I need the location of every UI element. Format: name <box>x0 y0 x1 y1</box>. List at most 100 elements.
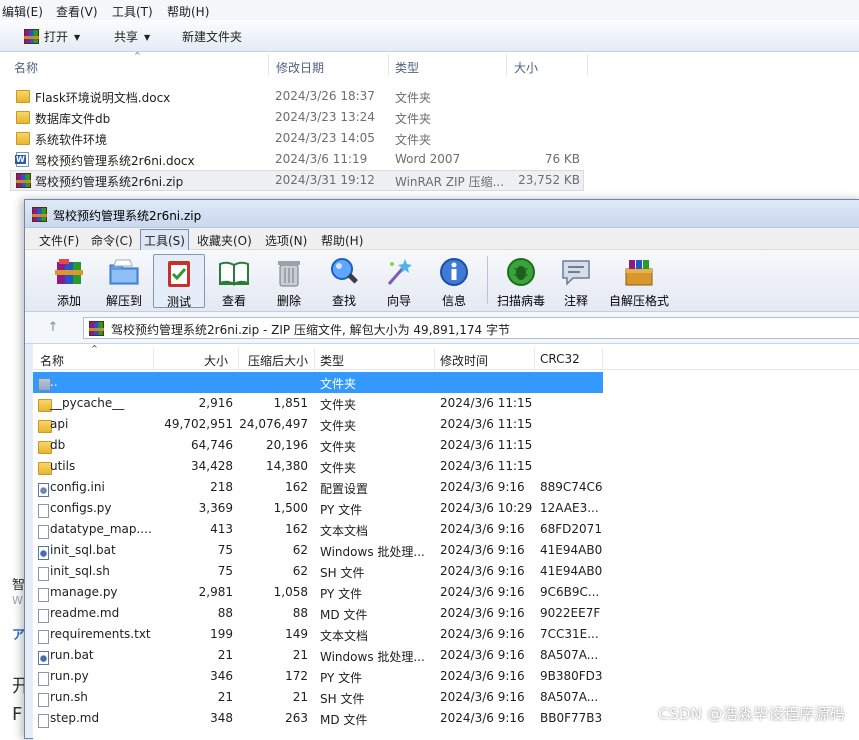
view-button[interactable]: 查看 <box>208 254 260 308</box>
find-button[interactable]: 查找 <box>318 254 370 308</box>
menu-help[interactable]: 帮助(H) <box>167 3 209 20</box>
file-size: 75 <box>217 564 233 578</box>
delete-button[interactable]: 删除 <box>263 254 315 308</box>
menu-view[interactable]: 查看(V) <box>56 3 98 20</box>
menu-edit[interactable]: 编辑(E) <box>2 3 43 20</box>
column-divider[interactable] <box>153 348 154 370</box>
list-item[interactable]: db 64,746 20,196 文件夹 2024/3/6 11:15 <box>33 435 603 456</box>
modified-time: 2024/3/6 9:16 <box>440 690 525 704</box>
column-size[interactable]: 大小 <box>204 352 228 369</box>
column-crc[interactable]: CRC32 <box>540 352 580 366</box>
list-item[interactable]: utils 34,428 14,380 文件夹 2024/3/6 11:15 <box>33 456 603 477</box>
list-item[interactable]: init_sql.bat 75 62 Windows 批处理... 2024/3/6 9… <box>33 540 603 561</box>
menu-favorites[interactable]: 收藏夹(O) <box>197 232 252 249</box>
file-type: MD 文件 <box>320 713 368 727</box>
file-row[interactable]: Flask环境说明文档.docx 2024/3/26 18:37 文件夹 <box>10 86 584 107</box>
column-modified[interactable]: 修改时间 <box>440 352 488 369</box>
file-type: 配置设置 <box>320 482 369 496</box>
share-button[interactable]: 共享 ▼ <box>114 28 150 45</box>
explorer-toolbar: 打开 ▼ 共享 ▼ 新建文件夹 <box>0 20 859 52</box>
file-row[interactable]: 系统软件环境 2024/3/23 14:05 文件夹 <box>10 128 584 149</box>
file-size: 21 <box>217 690 233 704</box>
list-item[interactable]: step.md 348 263 MD 文件 2024/3/6 9:16 BB0F77B3 <box>33 708 603 729</box>
packed-size: 62 <box>292 543 308 557</box>
packed-size: 263 <box>285 711 308 725</box>
packed-size: 1,851 <box>273 396 308 410</box>
settings-file-icon <box>38 483 49 497</box>
up-level-button[interactable]: ↑ <box>33 318 73 340</box>
menu-commands[interactable]: 命令(C) <box>91 232 133 249</box>
modified-time: 2024/3/6 11:15 <box>440 459 533 473</box>
file-name: utils <box>50 459 76 473</box>
file-type: SH 文件 <box>320 566 365 580</box>
file-size: 2,916 <box>198 396 233 410</box>
modified-time: 2024/3/6 11:15 <box>440 417 533 431</box>
list-item[interactable]: run.sh 21 21 SH 文件 2024/3/6 9:16 8A507A... <box>33 687 603 708</box>
column-divider[interactable] <box>506 54 507 76</box>
parent-folder-row[interactable]: .. 文件夹 <box>33 372 603 393</box>
menu-file[interactable]: 文件(F) <box>39 232 79 249</box>
file-row[interactable]: 驾校预约管理系统2r6ni.zip 2024/3/31 19:12 WinRAR… <box>10 170 584 191</box>
test-button[interactable]: 测试 <box>153 254 205 309</box>
column-date[interactable]: 修改日期 <box>276 59 324 76</box>
column-divider[interactable] <box>587 54 588 76</box>
column-size[interactable]: 大小 <box>514 59 538 76</box>
list-item[interactable]: __pycache__ 2,916 1,851 文件夹 2024/3/6 11:15 <box>33 393 603 414</box>
crc32: 9022EE7F <box>540 606 601 620</box>
wizard-button[interactable]: 向导 <box>373 254 425 308</box>
column-packed[interactable]: 压缩后大小 <box>248 352 308 369</box>
file-icon <box>38 567 49 581</box>
sfx-button[interactable]: 自解压格式 <box>607 254 671 308</box>
column-divider[interactable] <box>434 348 435 370</box>
file-row[interactable]: 数据库文件db 2024/3/23 13:24 文件夹 <box>10 107 584 128</box>
list-item[interactable]: requirements.txt 199 149 文本文档 2024/3/6 9:16 7… <box>33 624 603 645</box>
crc32: 8A507A... <box>540 648 599 662</box>
column-divider[interactable] <box>602 348 603 370</box>
archive-path-field[interactable]: 驾校预约管理系统2r6ni.zip - ZIP 压缩文件, 解包大小为 49,8… <box>83 317 859 339</box>
column-divider[interactable] <box>238 348 239 370</box>
add-button[interactable]: 添加 <box>43 254 95 308</box>
column-type[interactable]: 类型 <box>320 352 344 369</box>
open-button[interactable]: 打开 ▼ <box>24 28 80 45</box>
virus-scan-button[interactable]: 扫描病毒 <box>493 254 549 308</box>
column-type[interactable]: 类型 <box>395 59 419 76</box>
file-size: 218 <box>210 480 233 494</box>
extract-to-button[interactable]: 解压到 <box>98 254 150 308</box>
sort-ascending-icon: ^ <box>91 344 98 353</box>
menu-tools[interactable]: 工具(T) <box>112 3 153 20</box>
packed-size: 24,076,497 <box>239 417 308 431</box>
crc32: 68FD2071 <box>540 522 602 536</box>
list-item[interactable]: datatype_map.... 413 162 文本文档 2024/3/6 9:16 6… <box>33 519 603 540</box>
list-item[interactable]: run.py 346 172 PY 文件 2024/3/6 9:16 9B380FD3 <box>33 666 603 687</box>
list-item[interactable]: config.ini 218 162 配置设置 2024/3/6 9:16 889C74C… <box>33 477 603 498</box>
file-name: step.md <box>50 711 100 725</box>
batch-file-icon <box>38 546 49 560</box>
list-item[interactable]: configs.py 3,369 1,500 PY 文件 2024/3/6 10:29 1… <box>33 498 603 519</box>
new-folder-button[interactable]: 新建文件夹 <box>182 28 242 45</box>
menu-tools[interactable]: 工具(S) <box>140 229 189 252</box>
file-name: run.sh <box>50 690 88 704</box>
file-icon <box>38 693 49 707</box>
list-item[interactable]: init_sql.sh 75 62 SH 文件 2024/3/6 9:16 41E94AB… <box>33 561 603 582</box>
menu-options[interactable]: 选项(N) <box>265 232 307 249</box>
column-name[interactable]: 名称 <box>40 352 64 369</box>
list-item[interactable]: run.bat 21 21 Windows 批处理... 2024/3/6 9:16 8A… <box>33 645 603 666</box>
info-button[interactable]: 信息 <box>428 254 480 308</box>
list-item[interactable]: api 49,702,951 24,076,497 文件夹 2024/3/6 11:15 <box>33 414 603 435</box>
toolbar-separator <box>487 256 488 304</box>
column-name[interactable]: 名称 <box>14 59 38 76</box>
packed-size: 21 <box>292 648 308 662</box>
winrar-titlebar[interactable]: 驾校预约管理系统2r6ni.zip <box>25 200 859 228</box>
menu-help[interactable]: 帮助(H) <box>321 232 363 249</box>
list-item[interactable]: readme.md 88 88 MD 文件 2024/3/6 9:16 9022EE7F <box>33 603 603 624</box>
file-row[interactable]: 驾校预约管理系统2r6ni.docx 2024/3/6 11:19 Word 2… <box>10 149 584 170</box>
file-size: 49,702,951 <box>164 417 233 431</box>
crc32: 7CC31E... <box>540 627 599 641</box>
comment-button[interactable]: 注释 <box>550 254 602 308</box>
list-item[interactable]: manage.py 2,981 1,058 PY 文件 2024/3/6 9:16 9C6… <box>33 582 603 603</box>
column-divider[interactable] <box>314 348 315 370</box>
column-divider[interactable] <box>388 54 389 76</box>
column-divider[interactable] <box>268 54 269 76</box>
column-divider[interactable] <box>534 348 535 370</box>
address-bar: ↑ 驾校预约管理系统2r6ni.zip - ZIP 压缩文件, 解包大小为 49… <box>25 312 859 344</box>
